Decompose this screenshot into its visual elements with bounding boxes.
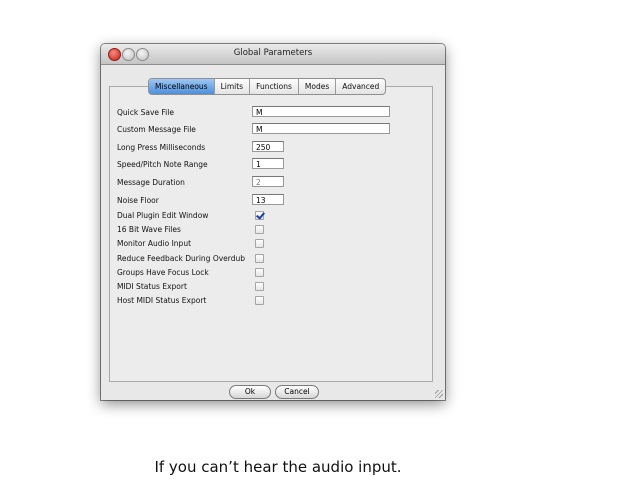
midi-status-export-label: MIDI Status Export: [117, 282, 187, 291]
custom-message-file-label: Custom Message File: [117, 125, 196, 134]
monitor-audio-input-checkbox[interactable]: [255, 239, 264, 248]
message-duration-input[interactable]: 2: [252, 176, 284, 187]
ok-button[interactable]: Ok: [229, 385, 271, 399]
dual-plugin-edit-window-checkbox[interactable]: [255, 211, 264, 220]
global-parameters-window: Global Parameters Miscellaneous Limits F…: [101, 44, 445, 400]
noise-floor-label: Noise Floor: [117, 196, 159, 205]
tab-modes[interactable]: Modes: [297, 79, 335, 94]
midi-status-export-checkbox[interactable]: [255, 282, 264, 291]
speed-pitch-range-input[interactable]: 1: [252, 158, 284, 169]
tab-functions[interactable]: Functions: [249, 79, 298, 94]
speed-pitch-range-label: Speed/Pitch Note Range: [117, 160, 208, 169]
title-bar[interactable]: Global Parameters: [101, 44, 445, 65]
custom-message-file-input[interactable]: M: [252, 123, 390, 134]
monitor-audio-input-label: Monitor Audio Input: [117, 239, 192, 248]
16-bit-wave-files-label: 16 Bit Wave Files: [117, 225, 181, 234]
reduce-feedback-overdub-checkbox[interactable]: [255, 254, 264, 263]
long-press-milliseconds-input[interactable]: 250: [252, 141, 284, 152]
groups-focus-lock-checkbox[interactable]: [255, 268, 264, 277]
quick-save-file-label: Quick Save File: [117, 108, 174, 117]
reduce-feedback-overdub-label: Reduce Feedback During Overdub: [117, 254, 246, 263]
window-title: Global Parameters: [233, 48, 313, 58]
groups-focus-lock-label: Groups Have Focus Lock: [117, 268, 209, 277]
quick-save-file-input[interactable]: M: [252, 106, 390, 117]
host-midi-status-export-label: Host MIDI Status Export: [117, 296, 207, 305]
tab-limits[interactable]: Limits: [213, 79, 250, 94]
cancel-button[interactable]: Cancel: [275, 385, 319, 399]
long-press-milliseconds-label: Long Press Milliseconds: [117, 143, 206, 152]
16-bit-wave-files-checkbox[interactable]: [255, 225, 264, 234]
host-midi-status-export-checkbox[interactable]: [255, 296, 264, 305]
noise-floor-input[interactable]: 13: [252, 194, 284, 205]
tab-advanced[interactable]: Advanced: [335, 79, 385, 94]
caption-text: If you can’t hear the audio input.: [154, 458, 402, 476]
tab-miscellaneous[interactable]: Miscellaneous: [149, 79, 214, 94]
dual-plugin-edit-window-label: Dual Plugin Edit Window: [117, 211, 209, 220]
resize-grip-icon[interactable]: [435, 390, 443, 398]
message-duration-label: Message Duration: [117, 178, 185, 187]
tab-bar: Miscellaneous Limits Functions Modes Adv…: [148, 78, 387, 95]
